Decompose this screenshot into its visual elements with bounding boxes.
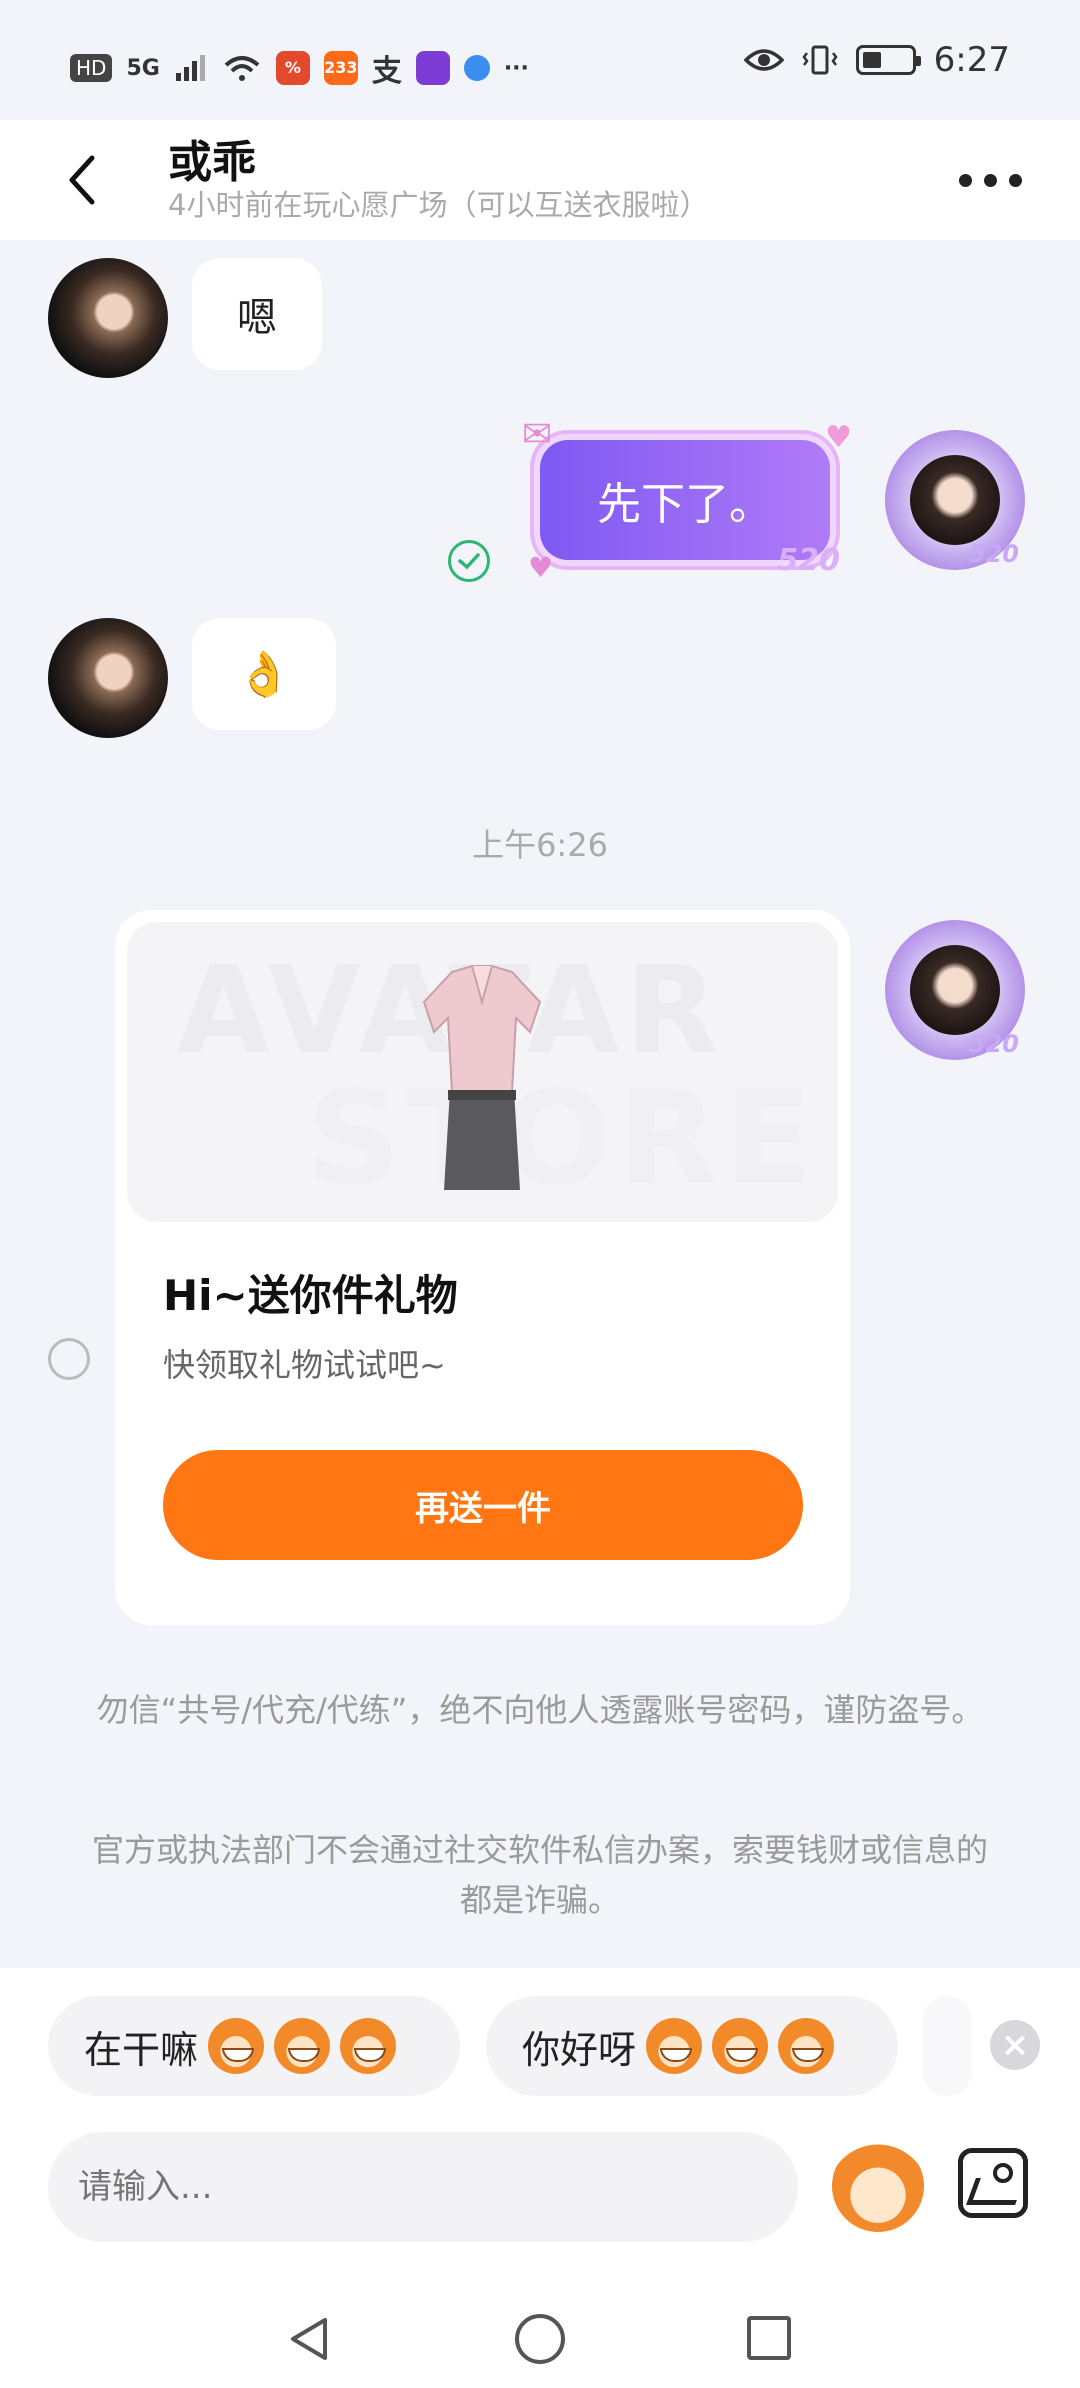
- smile-emoji-icon: [712, 2018, 769, 2074]
- watermark-text: STORE: [307, 1062, 819, 1214]
- my-avatar[interactable]: 520: [885, 920, 1025, 1060]
- back-button[interactable]: [52, 142, 112, 218]
- signal-icon: [175, 55, 205, 81]
- nav-recents-icon[interactable]: [747, 2316, 791, 2360]
- quick-reply-chip[interactable]: 你好呀: [486, 1996, 898, 2096]
- message-bubble-received[interactable]: 嗯: [192, 258, 322, 370]
- quick-reply-chip-partial[interactable]: [922, 1996, 972, 2096]
- contact-name[interactable]: 或乖: [168, 126, 256, 190]
- battery-icon: [855, 45, 921, 75]
- sticker-button[interactable]: [832, 2140, 924, 2232]
- status-right: 6:27: [743, 40, 1010, 80]
- my-avatar[interactable]: 520: [885, 430, 1025, 570]
- message-text: 先下了。: [597, 479, 773, 530]
- bubble-badge: 520: [777, 543, 840, 578]
- quick-reply-chip[interactable]: 在干嘛: [48, 1996, 460, 2096]
- nav-home-icon[interactable]: [515, 2314, 565, 2364]
- fraud-notice: 官方或执法部门不会通过社交软件私信办案，索要钱财或信息的都是诈骗。: [91, 1831, 988, 1919]
- chat-header: 或乖 4小时前在玩心愿广场（可以互送衣服啦）: [0, 120, 1080, 240]
- grin-emoji-icon: [274, 2018, 331, 2074]
- read-check-icon: [448, 540, 490, 582]
- send-another-button[interactable]: 再送一件: [163, 1450, 803, 1560]
- quick-reply-label: 在干嘛: [84, 2027, 199, 2072]
- gift-card[interactable]: AVATAR STORE Hi~送你件礼物 快领取礼物试试吧~ 再送一件: [115, 910, 850, 1625]
- nav-back-icon[interactable]: [285, 2314, 335, 2364]
- hd-icon: HD: [70, 54, 113, 82]
- ok-hand-emoji: 👌: [236, 649, 292, 700]
- dot-icon: [958, 173, 972, 187]
- message-bubble-received[interactable]: 👌: [192, 618, 336, 730]
- smile-emoji-icon: [778, 2018, 835, 2074]
- gift-description: 快领取礼物试试吧~: [163, 1346, 446, 1384]
- message-input[interactable]: [48, 2132, 798, 2242]
- dot-icon: [983, 173, 997, 187]
- chevron-left-icon: [69, 155, 95, 205]
- contact-status: 4小时前在玩心愿广场（可以互送衣服啦）: [168, 188, 709, 222]
- message-bubble-sent[interactable]: ✉ ♥ ♥ 先下了。 520: [522, 414, 852, 584]
- app-avatar-icon: [415, 51, 450, 85]
- status-left: HD 5G % 233 支 ···: [70, 46, 529, 90]
- message-timestamp: 上午6:26: [472, 826, 608, 864]
- close-quick-replies-icon[interactable]: ×: [990, 2020, 1040, 2070]
- message-select-radio[interactable]: [48, 1338, 90, 1380]
- contact-avatar[interactable]: [48, 258, 168, 378]
- image-picker-icon[interactable]: [958, 2148, 1028, 2218]
- quick-reply-label: 你好呀: [522, 2027, 637, 2072]
- security-notice: 勿信“共号/代充/代练”，绝不向他人透露账号密码，谨防盗号。: [96, 1691, 984, 1729]
- message-text: 嗯: [237, 295, 277, 341]
- heart-icon: ♥: [825, 420, 852, 455]
- grin-emoji-icon: [208, 2018, 265, 2074]
- app-233-icon: 233: [323, 51, 358, 85]
- avatar-photo: [910, 455, 1000, 545]
- outfit-icon: [422, 965, 542, 1190]
- avatar-frame-badge: 520: [968, 1030, 1019, 1058]
- app-blue-icon: [463, 55, 490, 81]
- envelope-icon: ✉: [522, 414, 553, 455]
- clock: 6:27: [933, 40, 1010, 80]
- system-nav-bar: [0, 2290, 1080, 2388]
- app-zhi-icon: 支: [371, 54, 402, 89]
- grin-emoji-icon: [340, 2018, 397, 2074]
- more-notifications-icon: ···: [503, 55, 529, 81]
- heart-icon: ♥: [528, 551, 554, 584]
- dot-icon: [1008, 173, 1022, 187]
- gift-title: Hi~送你件礼物: [163, 1271, 458, 1320]
- avatar-photo: [910, 945, 1000, 1035]
- eye-icon: [743, 49, 784, 71]
- status-bar: HD 5G % 233 支 ··· 6:27: [0, 0, 1080, 120]
- contact-avatar[interactable]: [48, 618, 168, 738]
- gift-image: AVATAR STORE: [127, 922, 838, 1222]
- network-type: 5G: [126, 55, 160, 81]
- app-notification-icon: %: [275, 51, 310, 85]
- more-options-button[interactable]: [950, 156, 1030, 204]
- smile-emoji-icon: [646, 2018, 703, 2074]
- avatar-frame-badge: 520: [968, 540, 1019, 568]
- vibrate-icon: [802, 45, 838, 75]
- wifi-icon: [224, 56, 260, 81]
